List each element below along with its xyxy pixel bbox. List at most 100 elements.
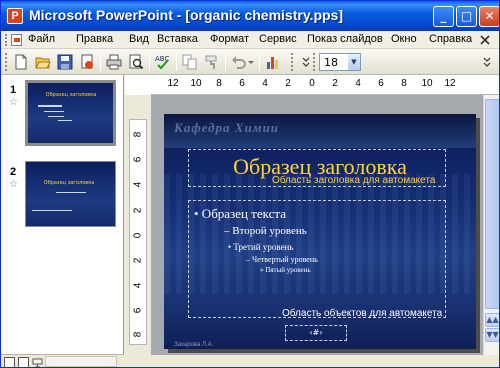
ruler-tick-label: 6 — [132, 307, 144, 314]
document-icon[interactable] — [11, 34, 22, 46]
previous-slide-icon[interactable]: ▲▲ — [485, 313, 499, 327]
slide-master-canvas[interactable]: Кафедра Химии Образец заголовка Область … — [164, 114, 476, 349]
text-level-2: – Второй уровень — [224, 225, 307, 237]
title-bar: P Microsoft PowerPoint - [organic chemis… — [1, 1, 499, 31]
ruler-corner — [125, 75, 151, 95]
toolbar-separator — [176, 53, 177, 71]
toolbar-separator — [100, 53, 101, 71]
open-icon[interactable] — [35, 54, 51, 70]
maximize-button[interactable]: □ — [456, 6, 477, 27]
print-icon[interactable] — [106, 54, 122, 70]
ruler-tick-label: 8 — [216, 78, 222, 89]
menu-edit[interactable]: Правка — [76, 33, 113, 45]
toolbar-overflow-icon[interactable] — [481, 54, 493, 70]
star-icon: ☆ — [9, 97, 18, 108]
thumbnail-text-line — [58, 120, 72, 121]
formatting-toolbar-grip[interactable] — [313, 53, 316, 71]
insert-chart-icon[interactable] — [265, 54, 281, 70]
standard-toolbar: ABC 18 ▼ — [1, 49, 499, 75]
slide-thumbnail-2[interactable]: Образец заголовка — [25, 161, 116, 227]
slide-sorter-view-icon[interactable] — [18, 357, 29, 367]
menu-bar: Файл Правка Вид Вставка Формат Сервис По… — [1, 31, 499, 49]
chevron-down-icon[interactable]: ▼ — [348, 54, 360, 70]
menu-grip[interactable] — [5, 34, 8, 46]
slide-number-placeholder[interactable]: ‹#› — [285, 325, 347, 341]
powerpoint-app-icon[interactable]: P — [7, 8, 23, 24]
permission-icon[interactable] — [79, 54, 95, 70]
powerpoint-window: P Microsoft PowerPoint - [organic chemis… — [0, 0, 500, 368]
close-button[interactable]: ✕ — [479, 6, 499, 27]
menu-insert[interactable]: Вставка — [157, 33, 198, 45]
close-document-icon[interactable] — [475, 33, 495, 47]
font-size-combobox[interactable]: 18 ▼ — [319, 53, 361, 71]
window-title: Microsoft PowerPoint - [organic chemistr… — [29, 7, 344, 23]
ruler-tick-label: 6 — [239, 78, 245, 89]
spelling-icon[interactable]: ABC — [155, 54, 171, 70]
ruler-tick-label: 2 — [285, 78, 291, 89]
toolbar-separator — [259, 53, 260, 71]
toolbar-separator — [225, 53, 226, 71]
ruler-tick-label: 0 — [132, 232, 144, 239]
ruler-tick-label: 4 — [132, 282, 144, 289]
menu-file[interactable]: Файл — [28, 33, 55, 45]
ruler-tick-label: 4 — [132, 181, 144, 188]
thumbnail-text-line — [32, 210, 72, 211]
toolbar-options-icon[interactable] — [301, 54, 311, 70]
slide-thumbnail-1[interactable]: Образец заголовка — [24, 79, 117, 147]
menu-format[interactable]: Формат — [210, 33, 249, 45]
thumbnail-title: Образец заголовка — [43, 180, 95, 186]
ruler-tick-label: 2 — [132, 207, 144, 214]
slide-show-view-icon[interactable] — [32, 357, 43, 367]
text-level-3: • Третий уровень — [228, 242, 294, 252]
text-level-1: • Образец текста — [194, 206, 287, 221]
vertical-scrollbar[interactable]: ▲▲ ▼▼ — [483, 95, 499, 355]
ruler-tick-label: 12 — [444, 78, 456, 89]
undo-icon[interactable] — [231, 54, 247, 70]
thumbnail-text-line — [56, 192, 86, 193]
format-painter-icon[interactable] — [204, 54, 220, 70]
footer-author: Захарова Л.А. — [174, 342, 214, 348]
text-level-4: – Четвертый уровень — [246, 255, 318, 264]
save-icon[interactable] — [57, 54, 73, 70]
ruler-tick-label: 8 — [132, 331, 144, 338]
slide-header-text: Кафедра Химии — [174, 120, 280, 135]
horizontal-scrollbar[interactable] — [45, 356, 117, 367]
ruler-tick-label: 8 — [401, 78, 407, 89]
ruler-tick-label: 8 — [132, 131, 144, 138]
slide-number-2: 2 — [10, 166, 17, 178]
minimize-button[interactable]: _ — [433, 6, 454, 27]
ruler-tick-label: 10 — [190, 78, 202, 89]
thumbnail-text-line — [44, 111, 64, 112]
next-slide-icon[interactable]: ▼▼ — [485, 328, 499, 342]
ruler-tick-label: 0 — [309, 78, 315, 89]
new-icon[interactable] — [13, 54, 29, 70]
menu-tools[interactable]: Сервис — [259, 33, 297, 45]
menu-help[interactable]: Справка — [429, 33, 472, 45]
menu-view[interactable]: Вид — [129, 33, 149, 45]
thumbnail-text-line — [48, 116, 64, 117]
text-level-5: » Пятый уровень — [260, 266, 311, 274]
ruler-tick-label: 12 — [167, 78, 179, 89]
ruler-tick-label: 6 — [132, 156, 144, 163]
normal-view-icon[interactable] — [4, 357, 15, 367]
toolbar-chevron[interactable] — [291, 53, 294, 71]
title-area-caption: Область заголовка для автомакета — [272, 175, 436, 186]
toolbar-separator — [149, 53, 150, 71]
toolbar-grip[interactable] — [5, 53, 8, 71]
ruler-tick-label: 10 — [421, 78, 433, 89]
ruler-tick-label: 2 — [132, 257, 144, 264]
slide-number-1: 1 — [10, 84, 17, 96]
ruler-tick-label: 4 — [262, 78, 268, 89]
font-size-value: 18 — [324, 56, 338, 69]
menu-slide-show[interactable]: Показ слайдов — [307, 33, 383, 45]
ruler-tick-label: 6 — [378, 78, 384, 89]
scrollbar-thumb[interactable] — [485, 99, 499, 309]
body-area-caption: Область объектов для автомакета — [282, 308, 443, 319]
copy-icon[interactable] — [182, 54, 198, 70]
print-preview-icon[interactable] — [128, 54, 144, 70]
menu-window[interactable]: Окно — [391, 33, 417, 45]
ruler-tick-label: 4 — [355, 78, 361, 89]
ruler-tick-label: 2 — [332, 78, 338, 89]
thumbnail-text-line — [38, 105, 62, 107]
undo-dropdown-icon[interactable] — [247, 54, 255, 70]
